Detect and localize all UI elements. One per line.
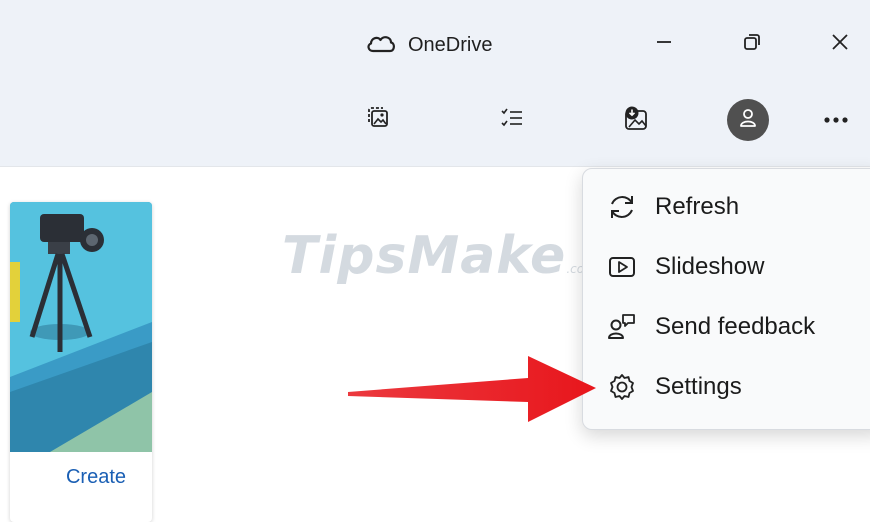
import-button[interactable] (612, 96, 660, 144)
menu-item-label: Slideshow (655, 253, 765, 280)
menu-item-settings[interactable]: Settings (591, 359, 870, 415)
slideshow-icon (605, 250, 639, 284)
account-button[interactable] (724, 96, 772, 144)
menu-item-send-feedback[interactable]: Send feedback (591, 299, 870, 355)
settings-icon (605, 370, 639, 404)
menu-item-slideshow[interactable]: Slideshow (591, 239, 870, 295)
onedrive-cloud-icon (366, 33, 396, 58)
video-camera-tripod-image (10, 202, 152, 452)
minimize-icon (654, 32, 674, 57)
photo-gallery-icon (365, 105, 391, 136)
menu-item-label: Settings (655, 373, 742, 400)
title-bar: OneDrive (0, 0, 870, 167)
close-icon (830, 32, 850, 57)
restore-icon (742, 32, 762, 57)
annotation-arrow (348, 356, 596, 422)
app-title-group: OneDrive (366, 28, 492, 62)
more-options-menu: Refresh Slideshow Send feedback Settings (582, 168, 870, 430)
minimize-button[interactable] (642, 24, 686, 64)
menu-item-label: Refresh (655, 193, 740, 220)
more-options-button[interactable] (812, 96, 860, 144)
select-list-icon (499, 105, 525, 136)
refresh-icon (605, 190, 639, 224)
select-button[interactable] (488, 96, 536, 144)
feedback-icon (605, 310, 639, 344)
close-button[interactable] (818, 24, 862, 64)
gallery-button[interactable] (354, 96, 402, 144)
restore-button[interactable] (730, 24, 774, 64)
menu-item-refresh[interactable]: Refresh (591, 179, 870, 235)
menu-item-label: Send feedback (655, 313, 816, 340)
watermark: TipsMake.com (282, 226, 596, 286)
account-icon (737, 107, 759, 134)
more-options-icon (823, 111, 849, 129)
avatar (727, 99, 769, 141)
app-title: OneDrive (408, 33, 493, 56)
download-image-icon (622, 104, 650, 137)
create-link[interactable]: Create (0, 466, 150, 489)
arrow-shape (348, 356, 596, 422)
